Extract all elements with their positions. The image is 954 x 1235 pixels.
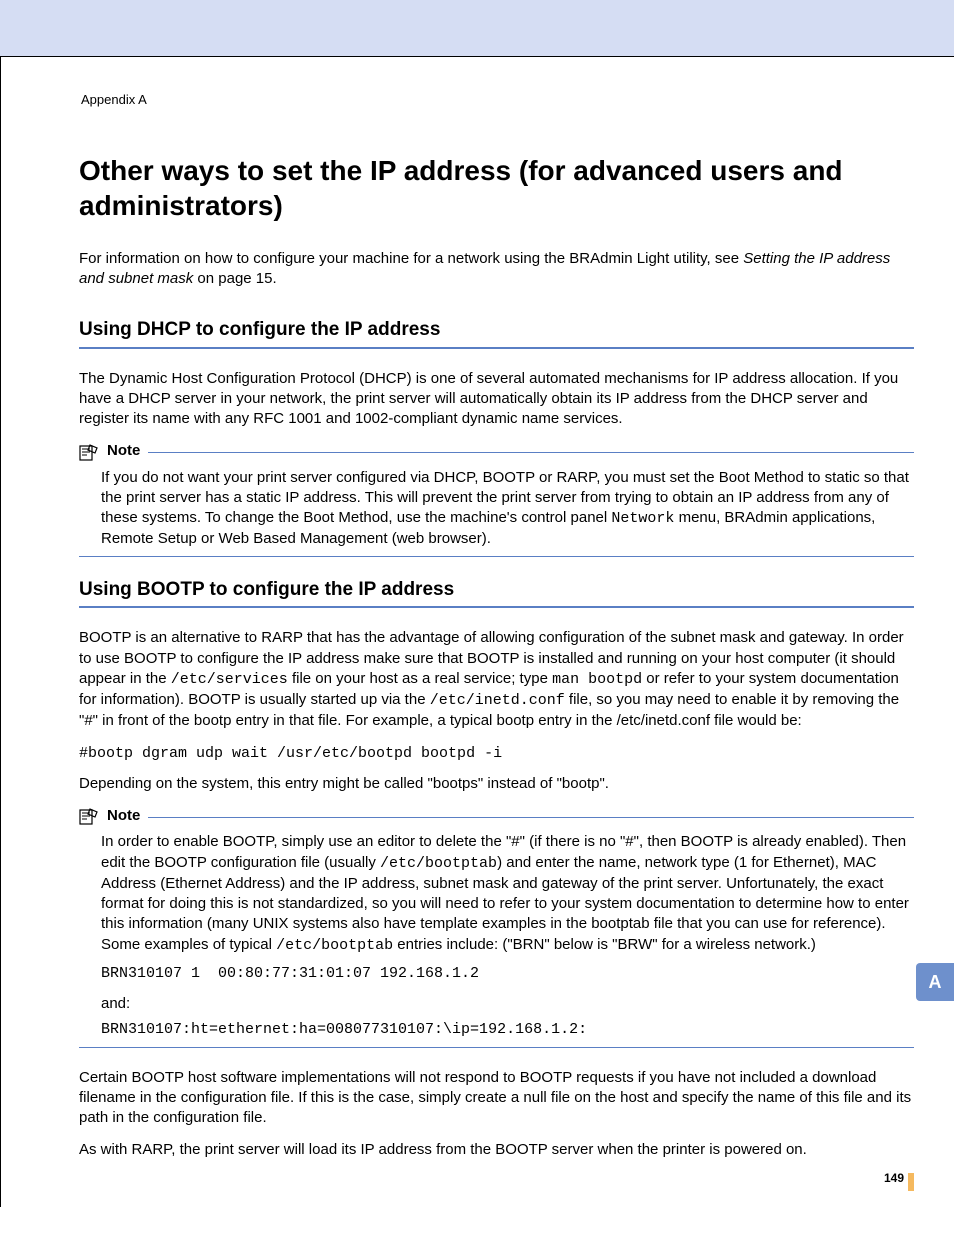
bootp-paragraph-2: Depending on the system, this entry migh… <box>79 774 914 794</box>
bootp-note-mono-1: /etc/bootptab <box>380 855 497 872</box>
bootp-mono-inetd: /etc/inetd.conf <box>430 692 565 709</box>
note-label: Note <box>107 806 140 826</box>
section-rule <box>79 606 914 608</box>
bootp-heading: Using BOOTP to configure the IP address <box>79 577 914 603</box>
intro-paragraph: For information on how to configure your… <box>79 249 914 290</box>
bootp-mono-services: /etc/services <box>171 671 288 688</box>
top-bar <box>0 0 954 56</box>
bootp-code-1: #bootp dgram udp wait /usr/etc/bootpd bo… <box>79 744 914 764</box>
note-rule <box>148 817 914 818</box>
dhcp-paragraph: The Dynamic Host Configuration Protocol … <box>79 369 914 430</box>
breadcrumb: Appendix A <box>81 91 914 109</box>
page-number: 149 <box>884 1170 904 1186</box>
bootp-mono-man: man bootpd <box>552 671 642 688</box>
intro-text-post: on page 15. <box>193 270 276 287</box>
note-header: Note <box>79 806 914 826</box>
note-label: Note <box>107 441 140 461</box>
note-end-rule <box>79 556 914 557</box>
intro-text-pre: For information on how to configure your… <box>79 250 743 267</box>
dhcp-section: Using DHCP to configure the IP address T… <box>79 317 914 557</box>
bootp-paragraph-4: As with RARP, the print server will load… <box>79 1140 914 1160</box>
side-tab[interactable]: A <box>916 963 954 1001</box>
note-body: In order to enable BOOTP, simply use an … <box>79 826 914 1040</box>
bootp-and: and: <box>101 994 914 1014</box>
bootp-note-c: entries include: ("BRN" below is "BRW" f… <box>393 936 816 953</box>
bootp-paragraph-1: BOOTP is an alternative to RARP that has… <box>79 628 914 731</box>
bootp-p1-b: file on your host as a real service; typ… <box>288 670 552 687</box>
section-rule <box>79 347 914 349</box>
bootp-code-2: BRN310107 1 00:80:77:31:01:07 192.168.1.… <box>101 964 914 984</box>
page-number-bar <box>908 1173 914 1191</box>
note-header: Note <box>79 441 914 461</box>
bootp-code-3: BRN310107:ht=ethernet:ha=008077310107:\i… <box>101 1020 914 1040</box>
page-title: Other ways to set the IP address (for ad… <box>79 153 914 223</box>
bootp-paragraph-3: Certain BOOTP host software implementati… <box>79 1068 914 1129</box>
note-icon <box>79 807 99 825</box>
note-end-rule <box>79 1047 914 1048</box>
bootp-section: Using BOOTP to configure the IP address … <box>79 577 914 1161</box>
bootp-note-mono-2: /etc/bootptab <box>276 937 393 954</box>
bootp-note-text: In order to enable BOOTP, simply use an … <box>101 832 914 956</box>
note-rule <box>148 452 914 453</box>
page-content: Appendix A Other ways to set the IP addr… <box>0 56 954 1207</box>
note-icon <box>79 443 99 461</box>
note-mono-network: Network <box>611 510 674 527</box>
dhcp-heading: Using DHCP to configure the IP address <box>79 317 914 343</box>
note-body: If you do not want your print server con… <box>79 462 914 550</box>
